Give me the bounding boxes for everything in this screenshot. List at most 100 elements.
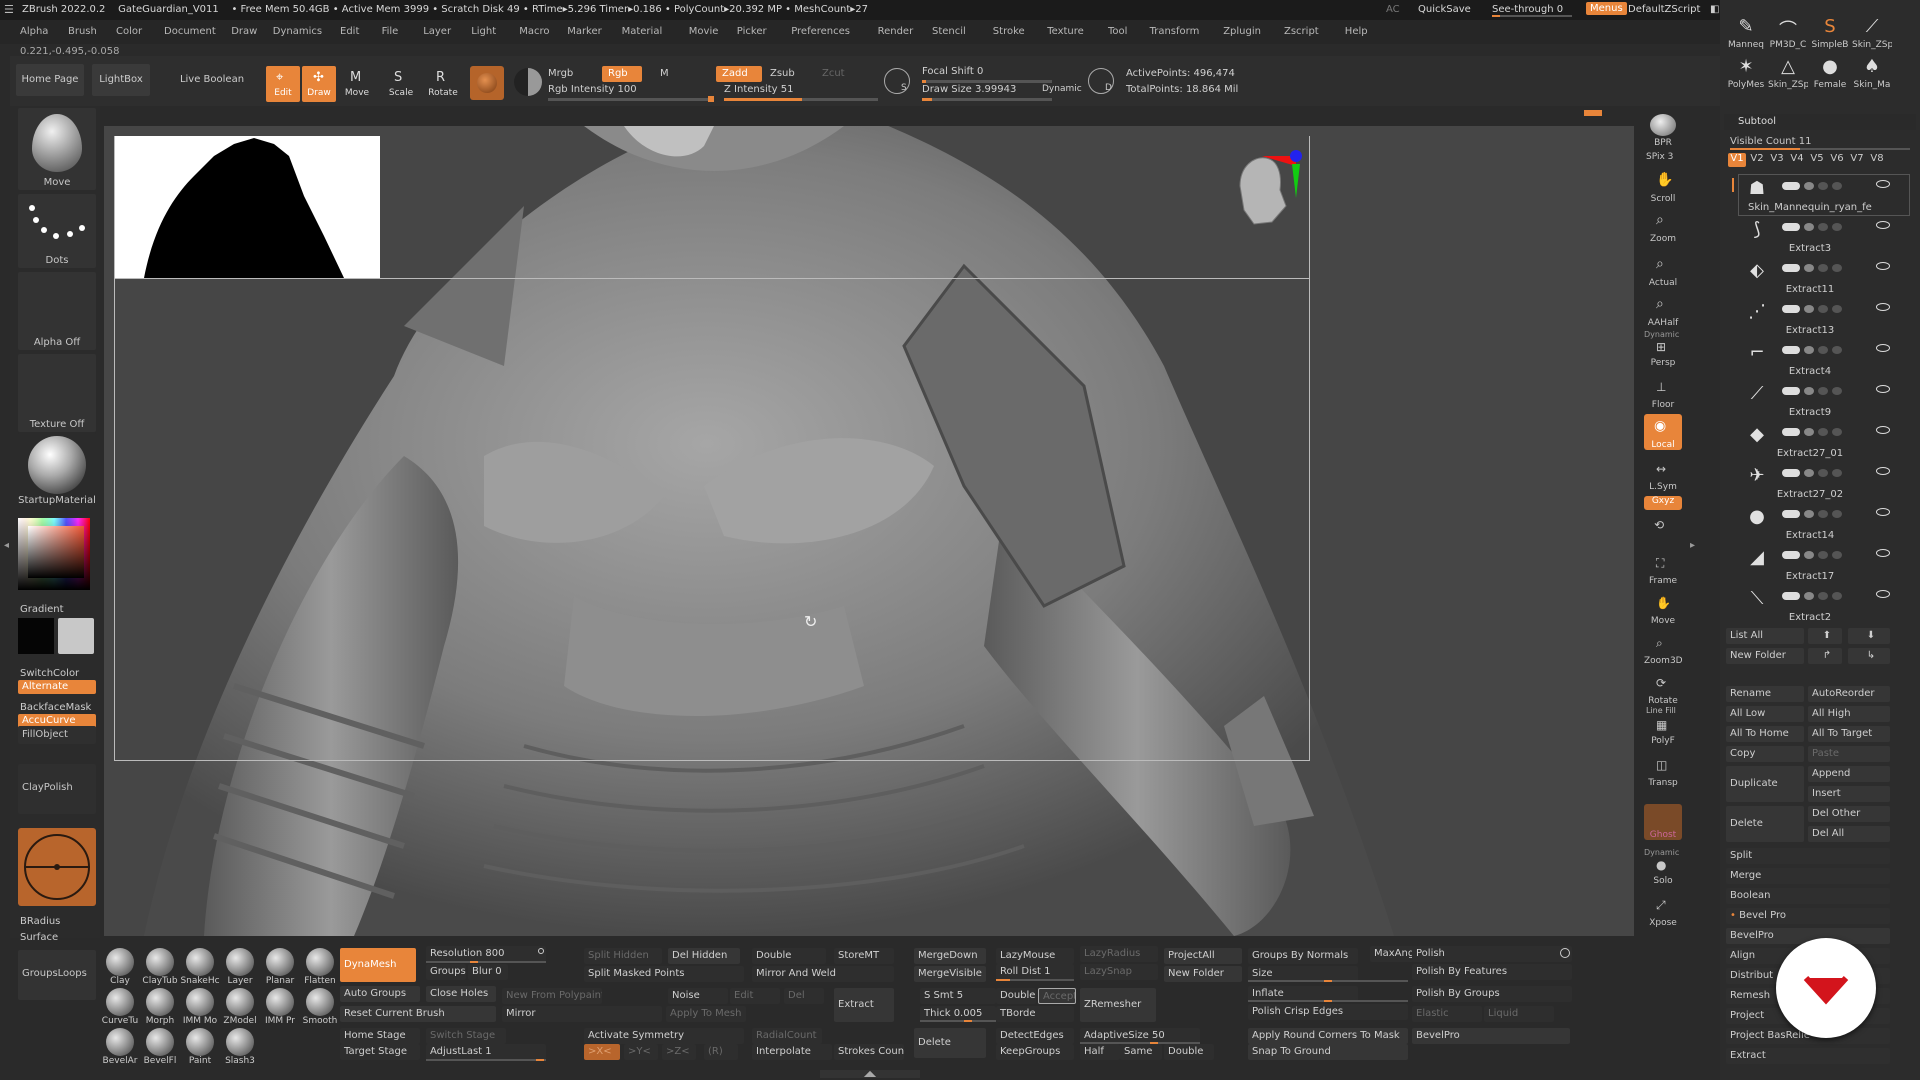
zoom-button[interactable]: ⌕ Zoom — [1644, 208, 1682, 244]
polyf-button[interactable]: ▦ PolyF — [1644, 710, 1682, 746]
solo-button[interactable]: ● Solo — [1644, 850, 1682, 886]
blur-slider[interactable]: Blur 0 — [468, 964, 508, 980]
menu-document[interactable]: Document — [164, 26, 216, 37]
list-all-button[interactable]: List All — [1726, 628, 1804, 644]
bottom-tray-collapse-icon[interactable]: ◢◣ — [820, 1070, 920, 1078]
frame-button[interactable]: ⛶ Frame — [1644, 550, 1682, 586]
subtool-toggles[interactable] — [1780, 469, 1852, 477]
transp-button[interactable]: ◫ Transp — [1644, 752, 1682, 788]
visibility-eye-icon[interactable] — [1876, 549, 1890, 557]
subtool-toggles[interactable] — [1780, 223, 1852, 231]
visibility-eye-icon[interactable] — [1876, 303, 1890, 311]
subtool-name[interactable]: Extract2 — [1748, 612, 1872, 623]
all-to-target-button[interactable]: All To Target — [1808, 726, 1890, 742]
home-page-button[interactable]: Home Page — [16, 64, 84, 96]
focal-shift-track[interactable] — [922, 80, 1052, 83]
tool-thumbnail[interactable]: S SimpleB — [1810, 16, 1850, 54]
z-intensity-track[interactable] — [724, 98, 878, 101]
tool-thumbnail[interactable]: ● Female — [1810, 56, 1850, 94]
subtool-toggles[interactable] — [1780, 346, 1852, 354]
zoom3d-button[interactable]: ⌕ Zoom3D — [1644, 630, 1683, 666]
backfacemask-button[interactable]: BackfaceMask — [20, 702, 91, 713]
version-tab-v1[interactable]: V1 — [1728, 153, 1746, 167]
rotate-mode-button[interactable]: R Rotate — [426, 66, 460, 102]
menu-movie[interactable]: Movie — [689, 26, 719, 37]
extract-button[interactable]: Extract — [834, 988, 894, 1022]
merge-button[interactable]: Merge — [1726, 868, 1890, 884]
menu-dynamics[interactable]: Dynamics — [273, 26, 322, 37]
radialcount-slider[interactable]: RadialCount — [752, 1028, 822, 1044]
subtool-toggles[interactable] — [1780, 264, 1852, 272]
menu-stencil[interactable]: Stencil — [932, 26, 966, 37]
visible-count-track[interactable] — [1730, 148, 1910, 150]
menu-help[interactable]: Help — [1345, 26, 1368, 37]
menu-light[interactable]: Light — [471, 26, 496, 37]
subtool-thumbnail[interactable]: ⌐ — [1744, 342, 1770, 368]
main-color-swatch[interactable] — [18, 618, 54, 654]
switchcolor-button[interactable]: SwitchColor — [20, 668, 79, 679]
elastic-button[interactable]: Elastic — [1412, 1006, 1482, 1022]
subtool-thumbnail[interactable]: ◆ — [1744, 424, 1770, 450]
quicksave-button[interactable]: QuickSave — [1418, 4, 1471, 15]
visibility-eye-icon[interactable] — [1876, 426, 1890, 434]
adjustlast-track[interactable] — [426, 1059, 546, 1061]
append-button[interactable]: Append — [1808, 766, 1890, 782]
move-mode-button[interactable]: M Move — [340, 66, 374, 102]
draw-size-track[interactable] — [922, 98, 1052, 101]
z-intensity-slider[interactable]: Z Intensity 51 — [724, 84, 793, 95]
noise-button[interactable]: Noise — [668, 988, 728, 1004]
version-tab-v7[interactable]: V7 — [1848, 153, 1866, 167]
brush-clay[interactable]: Clay — [100, 948, 140, 988]
roll-dist-slider[interactable]: Roll Dist 1 — [996, 964, 1074, 980]
groups-button[interactable]: Groups — [426, 964, 466, 980]
subtool-toggles[interactable] — [1780, 510, 1852, 518]
double-thick-button[interactable]: Double — [996, 988, 1036, 1004]
subtool-toggles[interactable] — [1780, 305, 1852, 313]
menu-alpha[interactable]: Alpha — [20, 26, 48, 37]
del-all-button[interactable]: Del All — [1808, 826, 1890, 842]
viewport-canvas[interactable]: ↻ — [104, 126, 1634, 936]
apply-round-corners-button[interactable]: Apply Round Corners To Mask — [1248, 1028, 1408, 1044]
aahalf-button[interactable]: ⌕ AAHalf — [1644, 292, 1682, 328]
brush-curvetu[interactable]: CurveTu — [100, 988, 140, 1028]
menu-material[interactable]: Material — [622, 26, 663, 37]
ssmt-slider[interactable]: S Smt 5 — [920, 988, 996, 1004]
auto-groups-button[interactable]: Auto Groups — [340, 986, 420, 1002]
color-swatch-icon[interactable] — [514, 68, 542, 96]
rgb-intensity-slider[interactable]: Rgb Intensity 100 — [548, 84, 637, 95]
home-stage-button[interactable]: Home Stage — [340, 1028, 420, 1044]
mirror-and-weld-button[interactable]: Mirror And Weld — [752, 966, 894, 982]
right-tray-collapse-icon[interactable]: ▸ — [1690, 540, 1695, 551]
subtool-name[interactable]: Extract14 — [1748, 530, 1872, 541]
switch-stage-button[interactable]: Switch Stage — [426, 1028, 506, 1044]
subtool-thumbnail[interactable]: ⟍ — [1744, 588, 1770, 614]
subtool-name[interactable]: Extract17 — [1748, 571, 1872, 582]
symmetry-x-button[interactable]: >X< — [584, 1044, 620, 1060]
symmetry-z-button[interactable]: >Z< — [662, 1044, 696, 1060]
arrow-up-icon[interactable]: ⬆ — [1808, 628, 1842, 644]
mergevisible-button[interactable]: MergeVisible — [914, 966, 986, 982]
material-selector[interactable]: StartupMaterial — [18, 432, 96, 506]
visibility-eye-icon[interactable] — [1876, 590, 1890, 598]
double-button[interactable]: Double — [752, 948, 826, 964]
s-sphere-icon[interactable]: S — [884, 68, 910, 94]
subtool-toggles[interactable] — [1780, 592, 1852, 600]
menu-file[interactable]: File — [382, 26, 399, 37]
subtool-thumbnail[interactable]: ● — [1744, 506, 1770, 532]
menu-stroke[interactable]: Stroke — [993, 26, 1025, 37]
brush-bevelfl[interactable]: BevelFl — [140, 1028, 180, 1068]
half-button[interactable]: Half — [1080, 1044, 1120, 1060]
menus-button[interactable]: Menus — [1586, 2, 1627, 15]
strokes-count-slider[interactable]: Strokes Count — [834, 1044, 904, 1060]
tool-thumbnail[interactable]: ⟋ Skin_ZSp — [1852, 16, 1892, 54]
subtool-header[interactable]: Subtool — [1724, 114, 1916, 130]
ghost-button[interactable]: Ghost — [1644, 804, 1682, 840]
target-stage-button[interactable]: Target Stage — [340, 1044, 420, 1060]
navigation-head-gizmo[interactable] — [1224, 146, 1314, 246]
visibility-eye-icon[interactable] — [1876, 385, 1890, 393]
brush-layer[interactable]: Layer — [220, 948, 260, 988]
lazyradius-slider[interactable]: LazyRadius — [1080, 946, 1158, 962]
subtool-toggles[interactable] — [1780, 428, 1852, 436]
gradient-label[interactable]: Gradient — [20, 604, 64, 615]
brush-imm-mo[interactable]: IMM Mo — [180, 988, 220, 1028]
